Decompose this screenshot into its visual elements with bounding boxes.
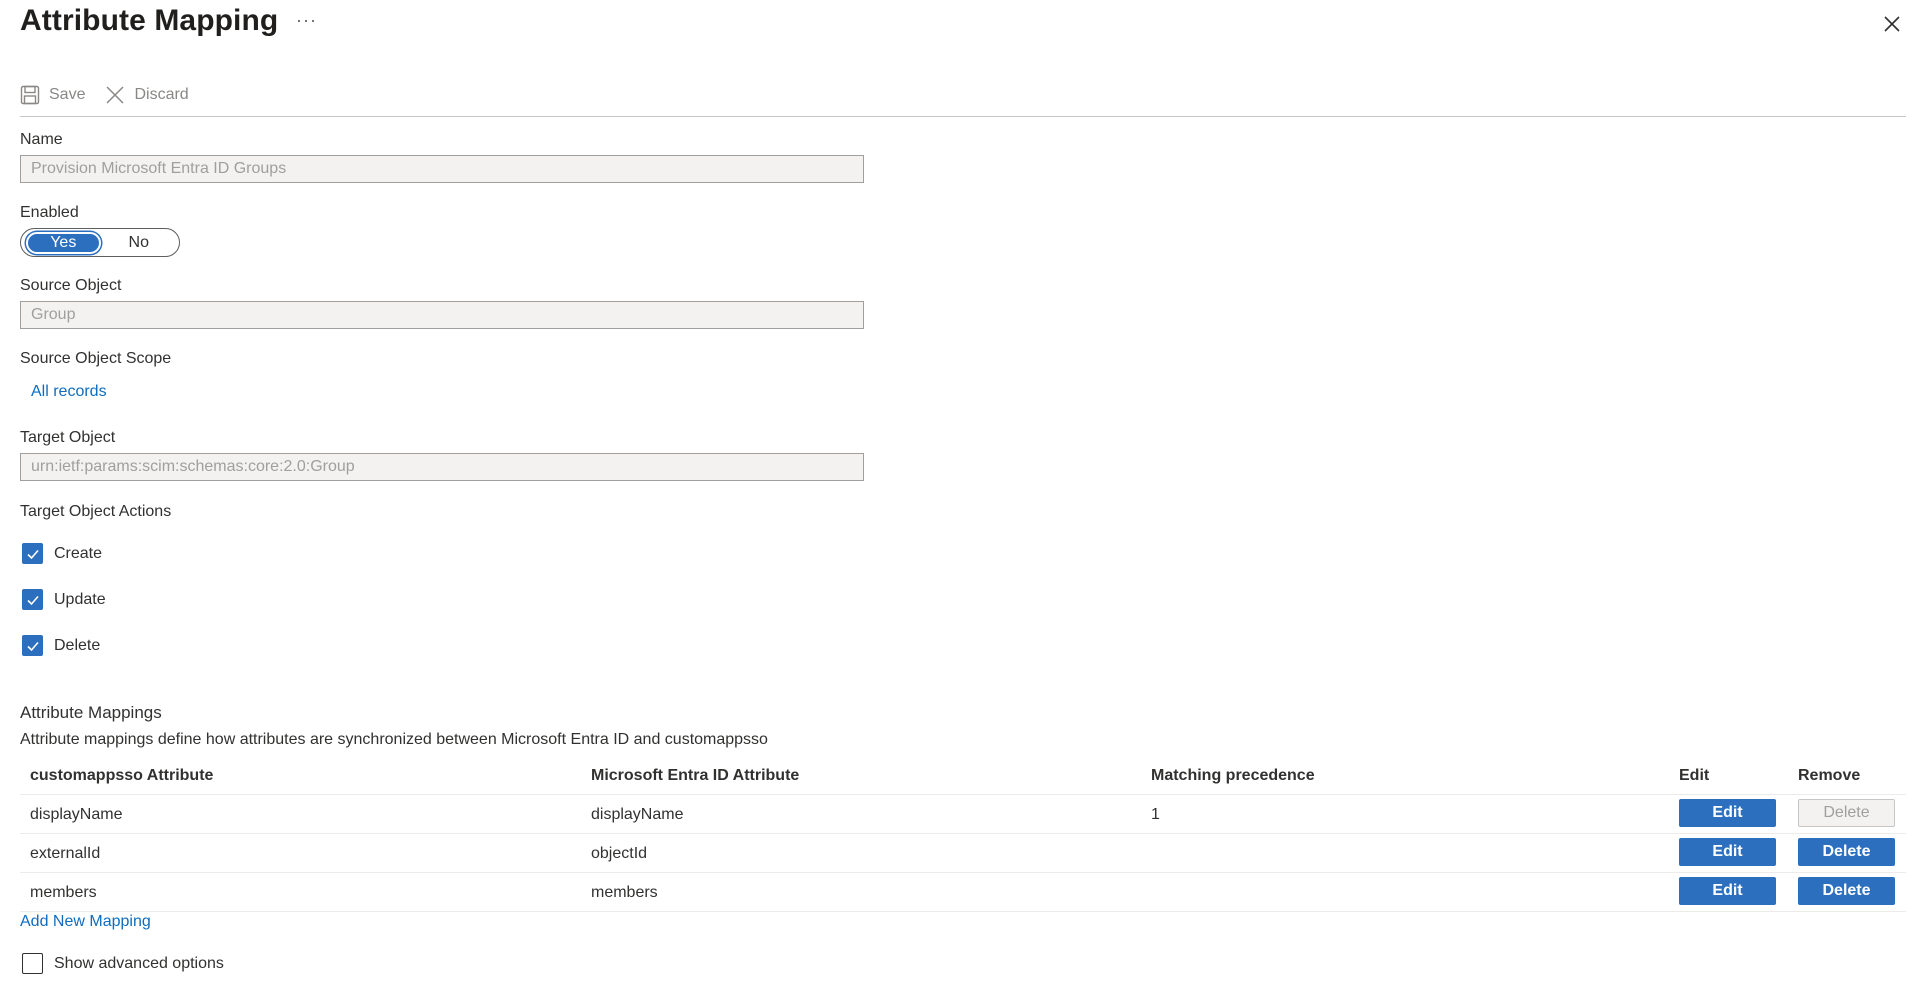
edit-button[interactable]: Edit <box>1679 838 1776 866</box>
table-row: members members Edit Delete <box>20 873 1906 912</box>
row-target-attribute: members <box>30 884 97 901</box>
checkmark-icon <box>26 549 39 559</box>
page-title: Attribute Mapping <box>20 4 279 37</box>
column-header-remove: Remove <box>1798 767 1861 784</box>
mappings-title: Attribute Mappings <box>20 703 162 722</box>
show-advanced-checkbox[interactable] <box>22 953 43 974</box>
enabled-toggle: Yes No <box>20 228 180 257</box>
toolbar-divider <box>20 116 1906 117</box>
action-update-row: Update <box>22 589 106 610</box>
save-icon <box>20 85 40 105</box>
source-scope-link[interactable]: All records <box>31 383 107 401</box>
name-field[interactable] <box>20 155 864 183</box>
action-create-row: Create <box>22 543 102 564</box>
action-delete-label: Delete <box>54 636 101 654</box>
checkmark-icon <box>26 595 39 605</box>
save-label: Save <box>49 86 86 103</box>
edit-button[interactable]: Edit <box>1679 799 1776 827</box>
checkmark-icon <box>26 641 39 651</box>
row-precedence: 1 <box>1151 806 1160 823</box>
column-header-precedence: Matching precedence <box>1151 767 1315 784</box>
target-actions-label: Target Object Actions <box>20 503 172 520</box>
column-header-edit: Edit <box>1679 767 1710 784</box>
enabled-label: Enabled <box>20 204 79 221</box>
action-update-checkbox[interactable] <box>22 589 43 610</box>
column-header-target: customappsso Attribute <box>30 767 214 784</box>
name-label: Name <box>20 131 63 148</box>
source-object-field[interactable] <box>20 301 864 329</box>
discard-button[interactable]: Discard <box>105 85 189 105</box>
target-object-label: Target Object <box>20 429 116 446</box>
delete-button[interactable]: Delete <box>1798 877 1895 905</box>
command-bar: Save Discard <box>20 78 209 112</box>
action-delete-row: Delete <box>22 635 100 656</box>
enabled-no-option[interactable]: No <box>101 232 177 254</box>
row-source-attribute: members <box>591 884 658 901</box>
discard-label: Discard <box>134 86 189 103</box>
table-row: externalId objectId Edit Delete <box>20 834 1906 873</box>
action-update-label: Update <box>54 590 106 608</box>
action-create-label: Create <box>54 544 103 562</box>
close-icon[interactable] <box>1880 12 1904 36</box>
row-source-attribute: objectId <box>591 845 648 862</box>
save-button[interactable]: Save <box>20 85 85 105</box>
source-scope-label: Source Object Scope <box>20 350 172 367</box>
source-object-label: Source Object <box>20 277 122 294</box>
row-target-attribute: externalId <box>30 845 101 862</box>
action-create-checkbox[interactable] <box>22 543 43 564</box>
action-delete-checkbox[interactable] <box>22 635 43 656</box>
enabled-yes-option[interactable]: Yes <box>26 231 101 254</box>
row-source-attribute: displayName <box>591 806 684 823</box>
add-new-mapping-link[interactable]: Add New Mapping <box>20 913 151 931</box>
target-object-field[interactable] <box>20 453 864 481</box>
delete-button[interactable]: Delete <box>1798 838 1895 866</box>
mappings-table-header: customappsso Attribute Microsoft Entra I… <box>20 758 1906 795</box>
discard-icon <box>106 86 124 104</box>
table-row: displayName displayName 1 Edit Delete <box>20 795 1906 834</box>
edit-button[interactable]: Edit <box>1679 877 1776 905</box>
show-advanced-label: Show advanced options <box>54 954 224 972</box>
column-header-source: Microsoft Entra ID Attribute <box>591 767 800 784</box>
row-target-attribute: displayName <box>30 806 123 823</box>
more-options-icon[interactable]: ··· <box>296 10 317 31</box>
mappings-description: Attribute mappings define how attributes… <box>20 731 768 748</box>
delete-button-disabled: Delete <box>1798 799 1895 827</box>
advanced-options-row: Show advanced options <box>22 953 224 974</box>
